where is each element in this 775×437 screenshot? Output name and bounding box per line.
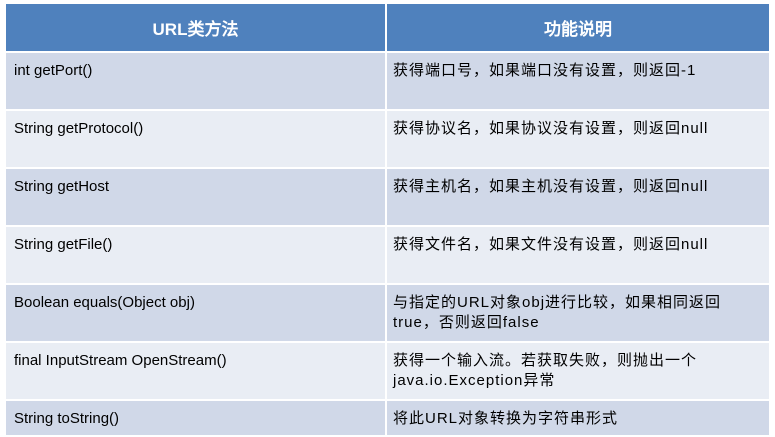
description-cell: 获得主机名，如果主机没有设置，则返回null bbox=[386, 168, 769, 227]
url-methods-table: URL类方法 功能说明 int getPort() 获得端口号，如果端口没有设置… bbox=[6, 4, 769, 437]
table-row: Boolean equals(Object obj) 与指定的URL对象obj进… bbox=[6, 284, 769, 343]
method-cell: String getProtocol() bbox=[6, 110, 387, 169]
method-cell: String toString() bbox=[6, 400, 387, 437]
header-method: URL类方法 bbox=[6, 4, 387, 53]
description-cell: 获得协议名，如果协议没有设置，则返回null bbox=[386, 110, 769, 169]
method-cell: String getFile() bbox=[6, 226, 387, 285]
description-cell: 获得端口号，如果端口没有设置，则返回-1 bbox=[386, 52, 769, 111]
table-row: String getFile() 获得文件名，如果文件没有设置，则返回null bbox=[6, 226, 769, 285]
method-cell: String getHost bbox=[6, 168, 387, 227]
table-row: String toString() 将此URL对象转换为字符串形式 bbox=[6, 400, 769, 437]
table-row: int getPort() 获得端口号，如果端口没有设置，则返回-1 bbox=[6, 52, 769, 111]
description-cell: 获得文件名，如果文件没有设置，则返回null bbox=[386, 226, 769, 285]
description-cell: 将此URL对象转换为字符串形式 bbox=[386, 400, 769, 437]
method-cell: Boolean equals(Object obj) bbox=[6, 284, 387, 343]
description-cell: 获得一个输入流。若获取失败，则抛出一个java.io.Exception异常 bbox=[386, 342, 769, 401]
method-cell: final InputStream OpenStream() bbox=[6, 342, 387, 401]
header-description: 功能说明 bbox=[386, 4, 769, 53]
table-header-row: URL类方法 功能说明 bbox=[6, 4, 769, 53]
table-row: String getHost 获得主机名，如果主机没有设置，则返回null bbox=[6, 168, 769, 227]
description-cell: 与指定的URL对象obj进行比较，如果相同返回true，否则返回false bbox=[386, 284, 769, 343]
table-row: final InputStream OpenStream() 获得一个输入流。若… bbox=[6, 342, 769, 401]
table-row: String getProtocol() 获得协议名，如果协议没有设置，则返回n… bbox=[6, 110, 769, 169]
method-cell: int getPort() bbox=[6, 52, 387, 111]
